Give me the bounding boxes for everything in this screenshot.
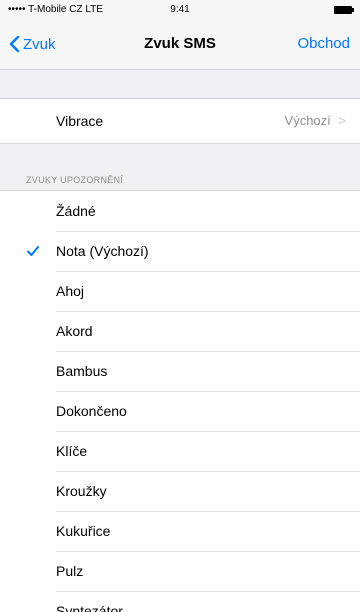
list-item-label: Pulz: [56, 563, 84, 579]
store-button[interactable]: Obchod: [297, 35, 350, 52]
vibration-group: Vibrace Výchozí >: [0, 98, 360, 144]
list-item[interactable]: Syntezátor: [0, 591, 360, 612]
list-item-label: Ahoj: [56, 283, 85, 299]
status-time: 9:41: [170, 4, 190, 15]
list-item-label: Nota (Výchozí): [56, 243, 149, 259]
list-item[interactable]: Dokončeno: [0, 391, 360, 431]
list-item-label: Syntezátor: [56, 603, 123, 612]
list-item[interactable]: Pulz: [0, 551, 360, 591]
list-item-label: Žádné: [56, 203, 96, 219]
checkmark-icon: [27, 246, 39, 256]
list-item-label: Dokončeno: [56, 403, 127, 419]
navigation-bar: Zvuk Zvuk SMS Obchod: [0, 20, 360, 70]
list-item[interactable]: Klíče: [0, 431, 360, 471]
list-item-label: Akord: [56, 323, 93, 339]
vibration-value: Výchozí >: [285, 99, 346, 143]
list-item-label: Klíče: [56, 443, 88, 459]
list-item-label: Kroužky: [56, 483, 107, 499]
list-item[interactable]: Bambus: [0, 351, 360, 391]
battery-icon: [334, 6, 354, 14]
vibration-label: Vibrace: [56, 113, 104, 129]
list-item[interactable]: Kukuřice: [0, 511, 360, 551]
list-item-label: Kukuřice: [56, 523, 111, 539]
list-item[interactable]: Kroužky: [0, 471, 360, 511]
list-item[interactable]: Žádné: [0, 191, 360, 231]
section-header-alert-tones: ZVUKY UPOZORNĚNÍ: [26, 175, 124, 185]
chevron-right-icon: >: [338, 113, 346, 128]
alert-tones-list: Žádné Nota (Výchozí) Ahoj Akord Bambus Dokonč…: [0, 190, 360, 612]
vibration-value-text: Výchozí: [284, 113, 331, 128]
list-item[interactable]: Ahoj: [0, 271, 360, 311]
status-bar: ••••• T-Mobile CZ LTE 9:41: [0, 0, 360, 20]
list-item[interactable]: Akord: [0, 311, 360, 351]
list-item[interactable]: Nota (Výchozí): [0, 231, 360, 271]
list-item-label: Bambus: [56, 363, 108, 379]
vibration-row[interactable]: Vibrace Výchozí >: [0, 99, 360, 143]
